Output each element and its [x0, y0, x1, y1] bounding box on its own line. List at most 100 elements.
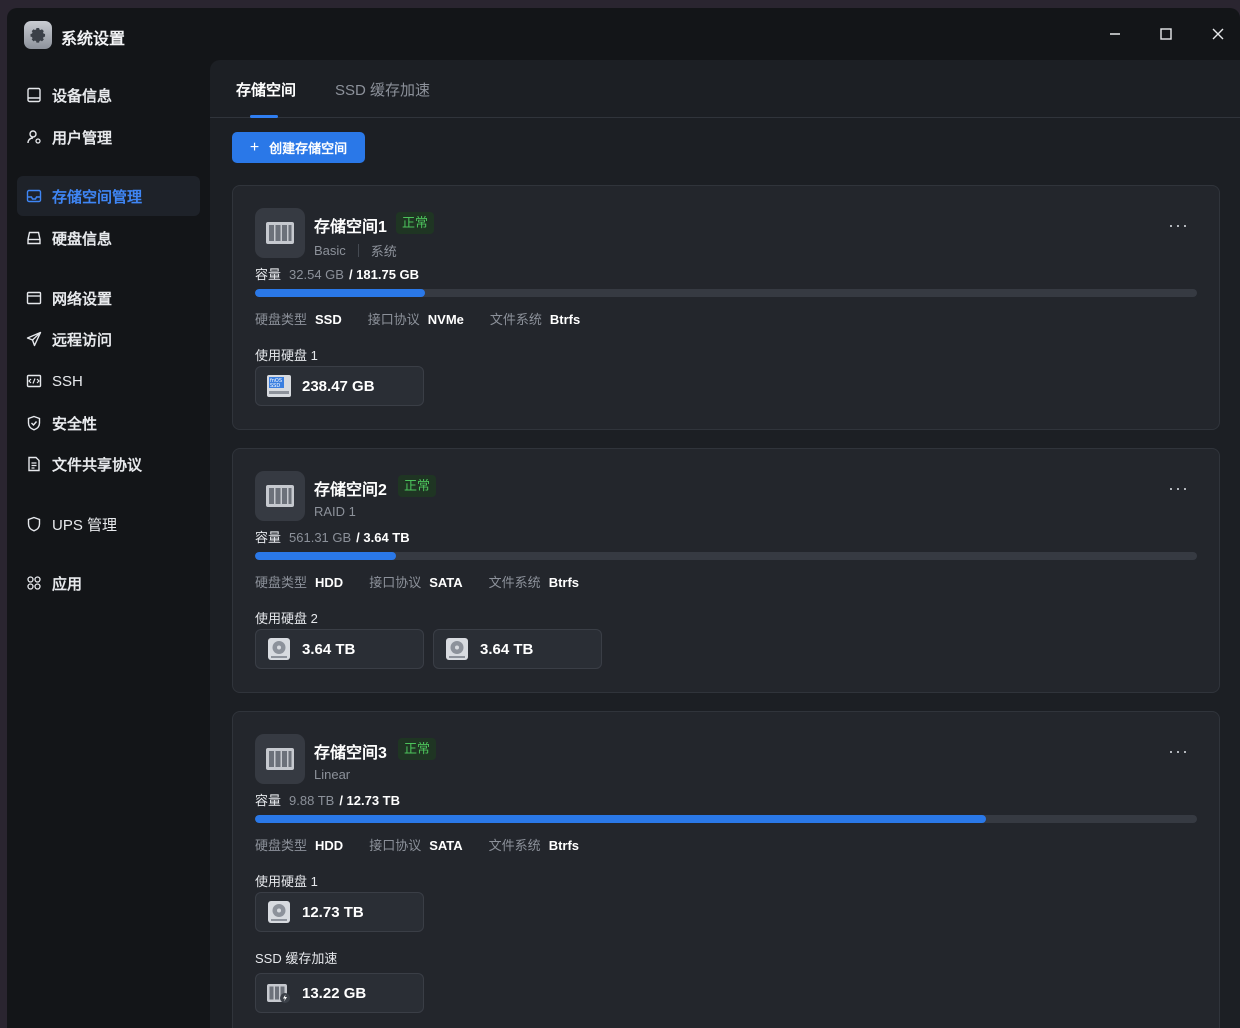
- sidebar-item-apps[interactable]: 应用: [17, 563, 200, 603]
- raid-type: Linear: [314, 767, 351, 782]
- disk-type-value: HDD: [315, 575, 344, 590]
- apps-grid-icon: [25, 574, 43, 592]
- more-options-button[interactable]: ···: [1168, 742, 1189, 760]
- tab-ssd-cache[interactable]: SSD 缓存加速: [335, 79, 430, 100]
- sidebar-item-ssh[interactable]: SSH: [17, 361, 200, 401]
- hdd-icon: [266, 636, 292, 662]
- storage-icon: [25, 187, 43, 205]
- sidebar-item-network[interactable]: 网络设置: [17, 278, 200, 318]
- sidebar-item-label: 用户管理: [52, 129, 113, 147]
- settings-window: 系统设置 设备信息 用户管理 存储空间管理 硬盘信息 网络设置 远程访问 SSH…: [7, 8, 1240, 1028]
- send-icon: [25, 330, 43, 348]
- interface-value: NVMe: [427, 312, 464, 327]
- used-capacity: 32.54 GB: [289, 267, 344, 282]
- capacity-bar-fill: [255, 289, 425, 297]
- more-options-button[interactable]: ···: [1168, 216, 1189, 234]
- total-capacity: / 12.73 TB: [339, 793, 401, 808]
- disk-item[interactable]: 3.64 TB: [255, 629, 424, 669]
- volume-meta: RAID 1: [314, 504, 356, 519]
- minimize-button[interactable]: [1103, 22, 1127, 46]
- disk-size: 3.64 TB: [302, 640, 356, 658]
- document-icon: [25, 455, 43, 473]
- ssd-cache-icon: [266, 980, 292, 1006]
- sidebar-item-disk-info[interactable]: 硬盘信息: [17, 218, 200, 258]
- network-icon: [25, 289, 43, 307]
- status-badge: 正常: [396, 212, 435, 234]
- disk-type-label: 硬盘类型: [255, 312, 308, 327]
- sidebar-item-security[interactable]: 安全性: [17, 403, 200, 443]
- sidebar-item-storage[interactable]: 存储空间管理: [17, 176, 200, 216]
- disk-item[interactable]: 3.64 TB: [433, 629, 602, 669]
- sidebar-item-device-info[interactable]: 设备信息: [17, 75, 200, 115]
- sidebar-item-ups[interactable]: UPS 管理: [17, 504, 200, 544]
- filesystem-value: Btrfs: [549, 312, 581, 327]
- volume-name: 存储空间1: [314, 219, 387, 236]
- sidebar-item-label: 设备信息: [52, 87, 113, 105]
- hdd-icon: [444, 636, 470, 662]
- volume-name: 存储空间3: [314, 745, 387, 762]
- capacity-bar-fill: [255, 552, 397, 560]
- filesystem-label: 文件系统: [488, 838, 541, 853]
- disk-size: 238.47 GB: [302, 377, 375, 395]
- active-tab-indicator: [250, 115, 278, 118]
- storage-card: 存储空间3 正常 Linear ··· 容量 9.88 TB / 12.73 T…: [232, 711, 1220, 1028]
- user-gear-icon: [25, 128, 43, 146]
- raid-type: RAID 1: [314, 504, 356, 519]
- sidebar-item-label: SSH: [52, 372, 83, 390]
- disk-item[interactable]: fnOS SSD 238.47 GB: [255, 366, 424, 406]
- status-badge: 正常: [398, 475, 437, 497]
- disks-used-label: 使用硬盘 2: [255, 611, 318, 626]
- interface-value: SATA: [429, 838, 463, 853]
- volume-meta: Linear: [314, 767, 350, 782]
- volume-rack-icon: [255, 734, 305, 784]
- create-storage-button[interactable]: + 创建存储空间: [232, 132, 365, 163]
- divider: [357, 244, 359, 257]
- sidebar-item-label: 文件共享协议: [52, 456, 143, 474]
- capacity-bar: [255, 552, 1197, 560]
- sidebar-item-file-sharing[interactable]: 文件共享协议: [17, 444, 200, 484]
- disk-item[interactable]: 12.73 TB: [255, 892, 424, 932]
- status-badge: 正常: [398, 738, 437, 760]
- plus-icon: +: [249, 138, 260, 156]
- capacity-bar-fill: [255, 815, 986, 823]
- ssd-cache-item[interactable]: 13.22 GB: [255, 973, 424, 1013]
- shield-icon: [25, 515, 43, 533]
- ssh-terminal-icon: [25, 372, 43, 390]
- svg-text:SSD: SSD: [270, 383, 280, 389]
- close-button[interactable]: [1206, 22, 1230, 46]
- close-icon: [1212, 28, 1224, 40]
- more-options-button[interactable]: ···: [1168, 479, 1189, 497]
- cache-size: 13.22 GB: [302, 984, 367, 1002]
- sidebar-item-label: 存储空间管理: [52, 188, 143, 206]
- ssd-cache-label: SSD 缓存加速: [255, 951, 338, 966]
- sidebar-item-label: 应用: [52, 575, 83, 593]
- capacity-row: 容量 561.31 GB / 3.64 TB: [255, 527, 410, 546]
- sidebar-item-label: 安全性: [52, 415, 98, 433]
- tab-bar: 存储空间 SSD 缓存加速: [210, 60, 1240, 118]
- disks-used-label: 使用硬盘 1: [255, 874, 318, 889]
- maximize-button[interactable]: [1154, 22, 1178, 46]
- disk-type-value: HDD: [315, 838, 344, 853]
- volume-properties: 硬盘类型 HDD 接口协议 SATA 文件系统 Btrfs: [255, 572, 605, 591]
- volume-tag: 系统: [370, 244, 397, 259]
- capacity-label: 容量: [255, 793, 282, 808]
- tab-storage-space[interactable]: 存储空间: [236, 79, 296, 100]
- storage-card: 存储空间1 正常 Basic 系统 ··· 容量 32.54 GB / 181.…: [232, 185, 1220, 430]
- volume-name: 存储空间2: [314, 482, 387, 499]
- title-bar: 系统设置: [7, 8, 1240, 60]
- interface-label: 接口协议: [369, 575, 422, 590]
- nvme-ssd-icon: fnOS SSD: [266, 373, 292, 399]
- capacity-row: 容量 32.54 GB / 181.75 GB: [255, 264, 419, 283]
- sidebar-item-remote-access[interactable]: 远程访问: [17, 319, 200, 359]
- capacity-label: 容量: [255, 530, 282, 545]
- volume-rack-icon: [255, 471, 305, 521]
- disk-type-label: 硬盘类型: [255, 575, 308, 590]
- sidebar-item-users[interactable]: 用户管理: [17, 117, 200, 157]
- raid-type: Basic: [314, 243, 346, 258]
- disk-type-value: SSD: [315, 312, 342, 327]
- total-capacity: / 3.64 TB: [356, 530, 410, 545]
- volume-properties: 硬盘类型 SSD 接口协议 NVMe 文件系统 Btrfs: [255, 309, 606, 328]
- shield-check-icon: [25, 414, 43, 432]
- harddisk-icon: [25, 229, 43, 247]
- sidebar-item-label: 硬盘信息: [52, 230, 113, 248]
